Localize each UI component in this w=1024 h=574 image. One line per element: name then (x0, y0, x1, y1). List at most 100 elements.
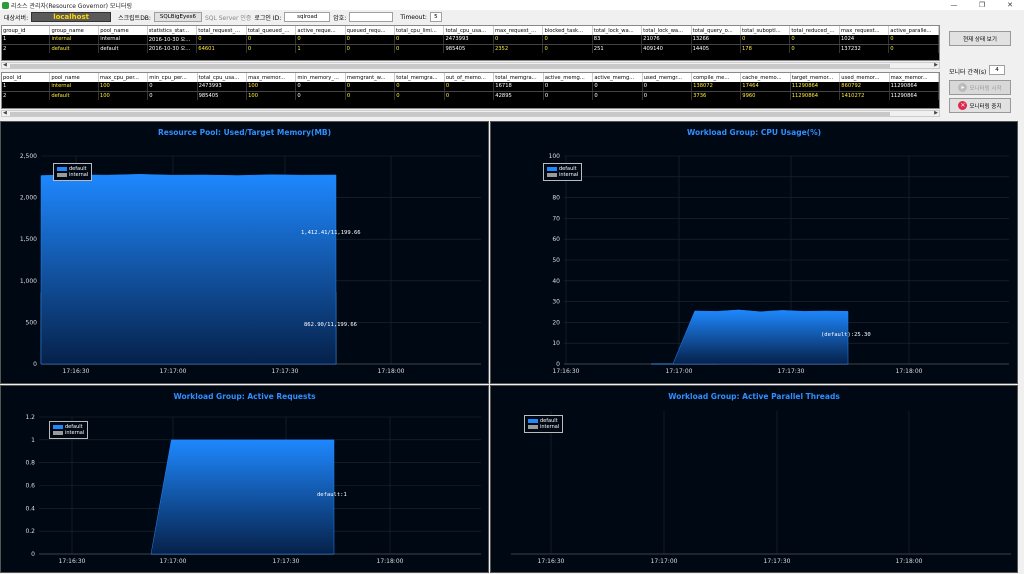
login-input[interactable]: sqlroad (284, 12, 331, 22)
column-header[interactable]: max_memor... (889, 73, 939, 82)
column-header[interactable]: queued_requ... (345, 26, 396, 35)
y-tick-label: 70 (552, 215, 560, 222)
maximize-button[interactable]: ❐ (968, 0, 996, 10)
column-header[interactable]: active_reque... (295, 26, 346, 35)
active-requests-chart-panel: Workload Group: Active Requests 0 0.2 0.4 0… (0, 385, 489, 573)
timeout-spinner[interactable]: 5 (429, 12, 442, 22)
column-header[interactable]: group_name (49, 26, 100, 35)
x-tick-label: 17:18:00 (378, 368, 405, 375)
y-tick-label: 60 (552, 236, 560, 243)
x-tick-label: 17:17:30 (764, 558, 791, 565)
column-header[interactable]: used_memgr... (642, 73, 693, 82)
grid-cell: default (98, 44, 148, 53)
column-header[interactable]: total_lock_wa... (592, 26, 643, 35)
column-header[interactable]: max_memor... (246, 73, 297, 82)
column-header[interactable]: max_request_... (493, 26, 544, 35)
grid-cell: 9960 (740, 91, 791, 100)
x-tick-label: 17:16:30 (538, 558, 565, 565)
column-header[interactable]: min_memory_... (295, 73, 346, 82)
column-header[interactable]: total_query_o... (691, 26, 742, 35)
grid-row[interactable]: 1 internal internal 2016-10-30 오... 0 0 0 0 0 247… (2, 35, 939, 45)
grid-cell: 0 (394, 44, 445, 53)
server-input[interactable]: localhost (31, 12, 112, 22)
interval-spinner[interactable]: 4 (989, 65, 1005, 75)
grid-cell: 2 (2, 91, 51, 100)
grid-cell: 137232 (839, 44, 890, 53)
grid-cell: 0 (642, 82, 693, 92)
column-header[interactable]: pool_id (2, 73, 51, 82)
close-button[interactable]: ✕ (996, 0, 1024, 10)
grid-cell: 0 (789, 44, 840, 53)
column-header[interactable]: total_cpu_usa... (443, 26, 494, 35)
grid-cell: 11290864 (790, 82, 841, 92)
legend-internal: internal (69, 172, 89, 178)
grid-cell: 0 (642, 91, 693, 100)
column-header[interactable]: max_request... (839, 26, 890, 35)
grid-cell: 1410272 (839, 91, 890, 100)
grid-cell: 860792 (839, 82, 890, 92)
column-header[interactable]: active_paralle... (888, 26, 939, 35)
app-icon (2, 1, 9, 9)
grid-cell: internal (49, 82, 99, 92)
column-header[interactable]: statistics_star... (147, 26, 198, 35)
y-tick-label: 0 (31, 551, 35, 558)
column-header[interactable]: blocked_task... (542, 26, 593, 35)
column-header[interactable]: total_cpu_limi... (394, 26, 445, 35)
column-header[interactable]: total_cpu_usa... (197, 73, 248, 82)
grid-cell: 11290864 (889, 82, 939, 92)
column-header[interactable]: compile_me... (691, 73, 742, 82)
legend-swatch-default (528, 419, 538, 423)
legend-swatch-internal (528, 425, 538, 429)
column-header[interactable]: active_memg... (592, 73, 643, 82)
password-label: 암호: (333, 14, 347, 22)
column-header[interactable]: pool_name (98, 26, 148, 35)
y-tick-label: 0.2 (25, 528, 35, 535)
column-header[interactable]: target_memor... (790, 73, 841, 82)
column-header[interactable]: total_queued_... (246, 26, 297, 35)
resource-pool-grid[interactable]: pool_id pool_name max_cpu_per... min_cpu_pe… (1, 72, 940, 109)
grid-row[interactable]: 1 internal 100 0 2473993 100 0 0 0 0 16718 0 0 0 13807… (2, 82, 939, 92)
column-header[interactable]: used_memor... (839, 73, 890, 82)
column-header[interactable]: total_memgra... (394, 73, 445, 82)
stat-db-label: 스크립트DB: (118, 14, 151, 22)
grid-cell: 100 (98, 91, 149, 100)
server-label: 대상서버: (4, 14, 29, 22)
grid-cell: 1 (2, 82, 51, 92)
column-header[interactable]: min_cpu_per... (147, 73, 198, 82)
grid-cell: 2352 (493, 44, 544, 53)
grid1-scrollbar[interactable]: ◀ ▶ (1, 62, 940, 69)
series-area-default (651, 309, 849, 365)
minimize-button[interactable]: — (940, 0, 968, 10)
grid2-scrollbar[interactable]: ◀ ▶ (1, 110, 940, 117)
column-header[interactable]: total_suboptl... (740, 26, 791, 35)
grid-cell: 0 (295, 91, 346, 100)
column-header[interactable]: total_lock_wa... (641, 26, 692, 35)
column-header[interactable]: out_of_memo... (444, 73, 495, 82)
workload-group-grid[interactable]: group_id group_name pool_name statistics_st… (1, 25, 940, 61)
column-header[interactable]: group_id (2, 26, 51, 35)
grid-cell: 0 (789, 35, 840, 45)
column-header[interactable]: max_cpu_per... (98, 73, 149, 82)
y-tick-label: 50 (552, 257, 560, 264)
start-monitor-button[interactable]: ▸ 모니터링 시작 (949, 80, 1011, 95)
stop-monitor-button[interactable]: ✕ 모니터링 중지 (949, 98, 1011, 113)
stop-icon: ✕ (958, 101, 968, 110)
y-tick-label: 0.4 (25, 505, 35, 512)
column-header[interactable]: active_memg... (543, 73, 594, 82)
grid-cell: 0 (345, 35, 396, 45)
sql-auth-checkbox[interactable]: SQL Server 인증 (205, 13, 251, 22)
column-header[interactable]: total_request_... (196, 26, 247, 35)
column-header[interactable]: pool_name (49, 73, 99, 82)
view-status-button[interactable]: 현재 상태 보기 (949, 31, 1011, 46)
grid-row[interactable]: 2 default default 2016-10-30 오... 64601 0 1 0 0 9… (2, 44, 939, 53)
x-tick-label: 17:16:30 (59, 558, 86, 565)
grid-row[interactable]: 2 default 100 0 985405 100 0 0 0 0 42895 0 0 0 3736 996… (2, 91, 939, 100)
column-header[interactable]: memgrant_w... (345, 73, 396, 82)
column-header[interactable]: total_memgra... (493, 73, 544, 82)
y-tick-label: 1 (31, 437, 35, 444)
password-input[interactable] (349, 12, 394, 22)
column-header[interactable]: cache_memo... (740, 73, 791, 82)
stat-db-button[interactable]: SQLBigEyes6 (153, 12, 202, 22)
column-header[interactable]: total_reduced_... (789, 26, 840, 35)
x-tick-label: 17:18:00 (896, 558, 923, 565)
